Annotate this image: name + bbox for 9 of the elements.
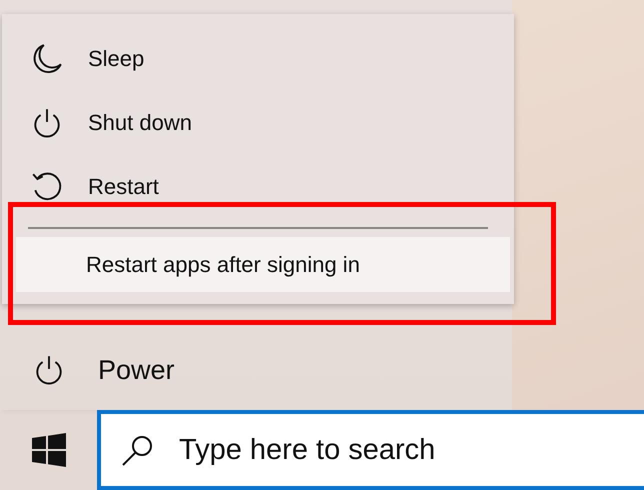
menu-item[interactable]: Restart apps after signing in	[16, 237, 510, 292]
search-icon	[121, 433, 155, 467]
windows-icon	[32, 433, 66, 467]
menu-item[interactable]: Restart	[2, 155, 514, 219]
power-button[interactable]: Power	[0, 330, 512, 410]
search-bar[interactable]: Type here to search	[97, 410, 644, 490]
menu-item[interactable]: Sleep	[2, 27, 514, 91]
menu-item[interactable]: Shut down	[2, 91, 514, 155]
search-field[interactable]: Type here to search	[179, 434, 619, 466]
